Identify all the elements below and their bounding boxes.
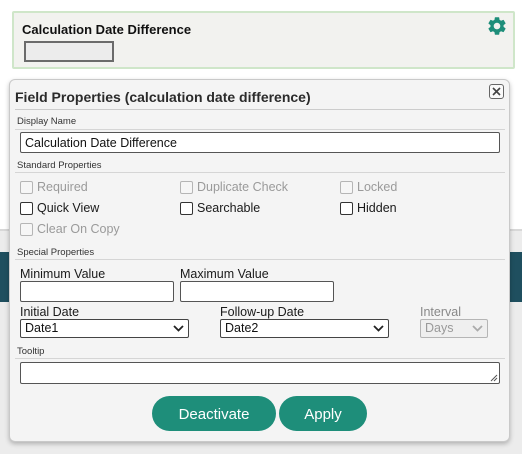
searchable-checkbox-box xyxy=(180,201,193,215)
close-icon[interactable] xyxy=(489,84,504,99)
followup-date-label: Follow-up Date xyxy=(220,305,305,319)
minimum-value-label: Minimum Value xyxy=(20,267,106,281)
initial-date-label: Initial Date xyxy=(20,305,80,319)
special-properties-label: Special Properties xyxy=(17,247,95,258)
gear-icon[interactable] xyxy=(486,15,508,37)
required-checkbox-box xyxy=(20,180,33,194)
tooltip-divider xyxy=(15,358,505,359)
clear-on-copy-checkbox-box xyxy=(20,222,33,236)
duplicate-check-checkbox[interactable]: Duplicate Check xyxy=(180,180,288,194)
standard-properties-label: Standard Properties xyxy=(17,160,102,171)
required-label: Required xyxy=(37,180,88,194)
required-checkbox[interactable]: Required xyxy=(20,180,88,194)
display-name-input[interactable] xyxy=(20,132,500,153)
quick-view-checkbox-box xyxy=(20,201,33,215)
locked-checkbox[interactable]: Locked xyxy=(340,180,397,194)
maximum-value-input[interactable] xyxy=(180,281,334,302)
display-name-label: Display Name xyxy=(17,116,77,127)
interval-value: Days xyxy=(425,321,454,335)
clear-on-copy-checkbox[interactable]: Clear On Copy xyxy=(20,222,120,236)
duplicate-check-checkbox-box xyxy=(180,180,193,194)
initial-date-value: Date1 xyxy=(25,321,59,335)
interval-label: Interval xyxy=(420,305,461,319)
chevron-down-icon xyxy=(373,325,384,332)
tooltip-textarea[interactable] xyxy=(20,362,500,384)
field-preview-input xyxy=(24,41,114,62)
quick-view-checkbox[interactable]: Quick View xyxy=(20,201,99,215)
interval-select[interactable]: Days xyxy=(420,319,488,338)
background-banner-left xyxy=(0,252,9,302)
tooltip-label: Tooltip xyxy=(17,346,45,357)
title-divider xyxy=(15,109,505,110)
quick-view-label: Quick View xyxy=(37,201,100,215)
initial-date-select[interactable]: Date1 xyxy=(20,319,189,338)
field-preview-card[interactable]: Calculation Date Difference xyxy=(12,11,515,69)
hidden-checkbox-box xyxy=(340,201,353,215)
display-name-divider xyxy=(15,129,505,130)
locked-checkbox-box xyxy=(340,180,353,194)
chevron-down-icon xyxy=(173,325,184,332)
duplicate-check-label: Duplicate Check xyxy=(197,180,289,194)
followup-date-value: Date2 xyxy=(225,321,259,335)
deactivate-button[interactable]: Deactivate xyxy=(152,396,276,431)
searchable-checkbox[interactable]: Searchable xyxy=(180,201,260,215)
apply-button[interactable]: Apply xyxy=(279,396,367,431)
minimum-value-input[interactable] xyxy=(20,281,174,302)
background-banner-right xyxy=(510,252,522,302)
hidden-label: Hidden xyxy=(357,201,397,215)
field-preview-title: Calculation Date Difference xyxy=(22,22,192,37)
field-properties-dialog: Field Properties (calculation date diffe… xyxy=(9,79,510,442)
followup-date-select[interactable]: Date2 xyxy=(220,319,389,338)
hidden-checkbox[interactable]: Hidden xyxy=(340,201,397,215)
standard-properties-divider xyxy=(15,172,505,173)
maximum-value-label: Maximum Value xyxy=(180,267,269,281)
chevron-down-icon xyxy=(472,325,483,332)
dialog-title: Field Properties (calculation date diffe… xyxy=(15,89,311,105)
resize-handle-icon[interactable] xyxy=(490,374,498,382)
special-properties-divider xyxy=(15,259,505,260)
clear-on-copy-label: Clear On Copy xyxy=(37,222,120,236)
locked-label: Locked xyxy=(357,180,398,194)
searchable-label: Searchable xyxy=(197,201,261,215)
